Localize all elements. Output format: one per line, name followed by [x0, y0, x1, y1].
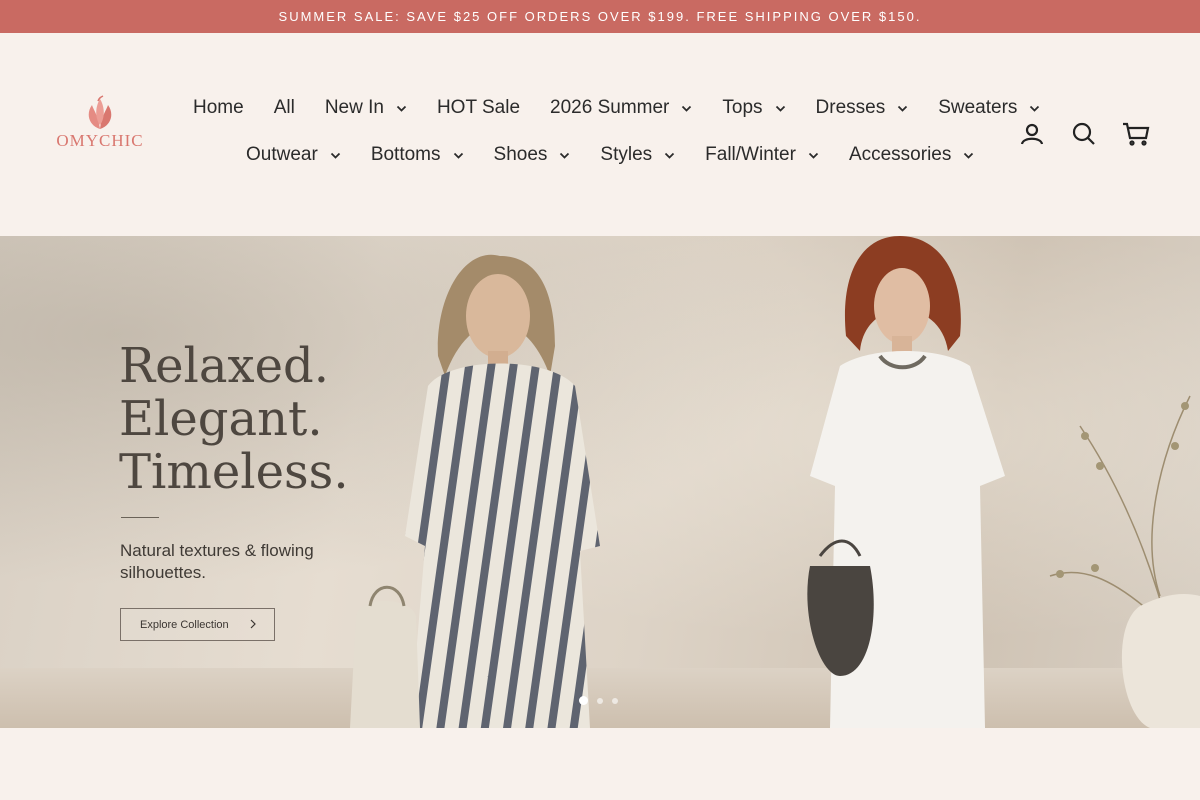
- main-nav-row-1: Home All New In HOT Sale 2026 Summer Tops Dres…: [193, 97, 1070, 119]
- nav-item-label: Home: [193, 97, 244, 118]
- nav-item-label: Bottoms: [370, 144, 441, 165]
- chevron-down-icon: [964, 152, 974, 159]
- chevron-down-icon: [560, 152, 570, 159]
- main-nav-row-2: Outwear Bottoms Shoes Styles Fall/Winter Acce…: [246, 144, 1004, 166]
- hero-headline-line-2: Elegant.: [119, 391, 323, 447]
- chevron-down-icon: [453, 152, 463, 159]
- nav-item-all[interactable]: All: [274, 97, 295, 119]
- announcement-bar: SUMMER SALE: SAVE $25 OFF ORDERS OVER $1…: [0, 0, 1200, 33]
- nav-item-label: Sweaters: [938, 97, 1018, 118]
- hero-headline-line-1: Relaxed.: [119, 338, 329, 394]
- slideshow-dots: [579, 696, 618, 705]
- nav-item-tops[interactable]: Tops: [722, 97, 785, 119]
- logo-text: OMYCHIC: [56, 131, 144, 150]
- model-white-dress-image: [807, 236, 1005, 728]
- hero-divider: [121, 517, 159, 518]
- site-header: OMYCHIC Home All New In HOT Sale 2026 Summer…: [0, 33, 1200, 236]
- nav-item-bottoms[interactable]: Bottoms: [371, 144, 464, 166]
- nav-item-label: Outwear: [246, 144, 318, 165]
- nav-item-label: All: [273, 97, 295, 118]
- nav-item-outwear[interactable]: Outwear: [246, 144, 341, 166]
- chevron-down-icon: [775, 105, 785, 112]
- flower-logo-icon: [88, 95, 112, 129]
- announcement-text: SUMMER SALE: SAVE $25 OFF ORDERS OVER $1…: [278, 9, 922, 24]
- nav-item-new-in[interactable]: New In: [325, 97, 407, 119]
- nav-item-sweaters[interactable]: Sweaters: [938, 97, 1040, 119]
- chevron-down-icon: [808, 152, 819, 159]
- nav-item-accessories[interactable]: Accessories: [849, 144, 974, 166]
- nav-item-dresses[interactable]: Dresses: [816, 97, 909, 119]
- nav-item-label: New In: [324, 97, 384, 118]
- hero-headline-line-3: Timeless.: [119, 444, 349, 500]
- chevron-down-icon: [396, 105, 407, 112]
- nav-item-label: Shoes: [493, 144, 548, 165]
- nav-item-home[interactable]: Home: [193, 97, 244, 119]
- chevron-down-icon: [682, 105, 692, 112]
- header-icons: [1006, 119, 1162, 149]
- explore-collection-button[interactable]: Explore Collection: [120, 608, 275, 641]
- nav-item-styles[interactable]: Styles: [600, 144, 675, 166]
- hero-subtext: Natural textures & flowing silhouettes.: [120, 541, 314, 582]
- cart-icon[interactable]: [1110, 119, 1162, 149]
- slide-dot-1[interactable]: [579, 696, 588, 705]
- hero-headline: Relaxed. Elegant. Timeless.: [119, 340, 349, 499]
- nav-item-hot-sale[interactable]: HOT Sale: [437, 97, 520, 119]
- nav-item-2026-summer[interactable]: 2026 Summer: [550, 97, 692, 119]
- chevron-down-icon: [898, 105, 908, 112]
- slide-dot-3[interactable]: [612, 697, 618, 704]
- nav-item-label: HOT Sale: [436, 97, 521, 118]
- chevron-down-icon: [330, 152, 340, 159]
- nav-item-label: Fall/Winter: [705, 144, 796, 165]
- nav-item-label: Tops: [722, 97, 763, 118]
- explore-collection-label: Explore Collection: [140, 618, 229, 631]
- nav-item-label: 2026 Summer: [550, 97, 670, 118]
- nav-item-label: Accessories: [848, 144, 952, 165]
- chevron-right-icon: [250, 619, 256, 629]
- slide-dot-2[interactable]: [597, 697, 603, 704]
- hero-banner: Relaxed. Elegant. Timeless. Natural text…: [0, 236, 1200, 728]
- nav-item-fall-winter[interactable]: Fall/Winter: [705, 144, 819, 166]
- account-icon[interactable]: [1006, 119, 1058, 149]
- chevron-down-icon: [665, 152, 675, 159]
- chevron-down-icon: [1030, 105, 1040, 112]
- brand-logo[interactable]: OMYCHIC: [52, 95, 148, 159]
- search-icon[interactable]: [1058, 119, 1110, 149]
- nav-item-label: Styles: [600, 144, 653, 165]
- vase-plant-image: [1049, 395, 1200, 728]
- model-striped-dress-image: [350, 254, 600, 728]
- nav-item-shoes[interactable]: Shoes: [494, 144, 571, 166]
- nav-item-label: Dresses: [815, 97, 886, 118]
